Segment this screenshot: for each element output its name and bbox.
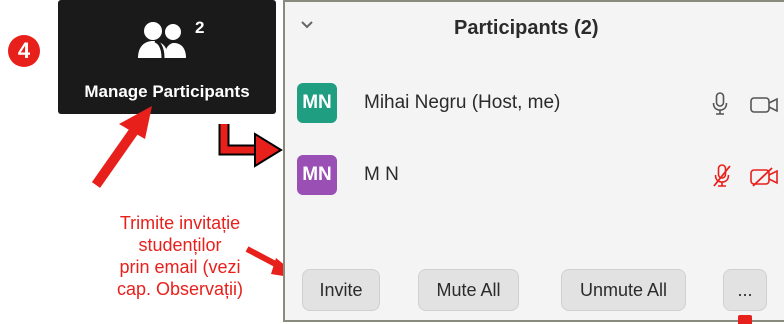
panel-title: Participants (2) [454, 17, 599, 39]
mute-all-button[interactable]: Mute All [418, 269, 519, 311]
participant-row-host[interactable]: MN Mihai Negru (Host, me) [285, 83, 784, 123]
curved-arrow-annotation [218, 124, 283, 168]
more-options-button[interactable]: ... [723, 269, 767, 311]
invite-button[interactable]: Invite [302, 269, 380, 311]
annotation-marker [738, 315, 752, 324]
avatar: MN [297, 155, 337, 195]
mic-icon[interactable] [712, 92, 728, 116]
camera-icon[interactable] [750, 96, 784, 114]
participants-panel: Participants (2) MN Mihai Negru (Host, m… [283, 0, 784, 322]
participant-name: Mihai Negru (Host, me) [364, 92, 561, 113]
unmute-all-button[interactable]: Unmute All [561, 269, 686, 311]
step-number-badge: 4 [8, 35, 40, 67]
caption-line: Trimite invitație [119, 213, 241, 233]
invite-instruction-caption: Trimite invitație studenților prin email… [74, 212, 286, 300]
camera-off-icon[interactable] [750, 167, 784, 187]
avatar: MN [297, 83, 337, 123]
chevron-down-icon[interactable] [300, 20, 314, 30]
participant-count: 2 [195, 18, 205, 37]
caption-line: cap. Observații) [116, 279, 244, 299]
caption-line: prin email (vezi [119, 257, 241, 277]
manage-participants-button[interactable]: 2 Manage Participants [58, 0, 276, 114]
participant-row-guest[interactable]: MN M N [285, 155, 784, 195]
participants-icon [138, 22, 186, 59]
up-arrow-annotation [91, 106, 152, 188]
caption-line: studenților [138, 235, 222, 255]
mic-muted-icon[interactable] [712, 164, 732, 188]
manage-participants-label: Manage Participants [84, 82, 250, 101]
participant-name: M N [364, 164, 399, 185]
